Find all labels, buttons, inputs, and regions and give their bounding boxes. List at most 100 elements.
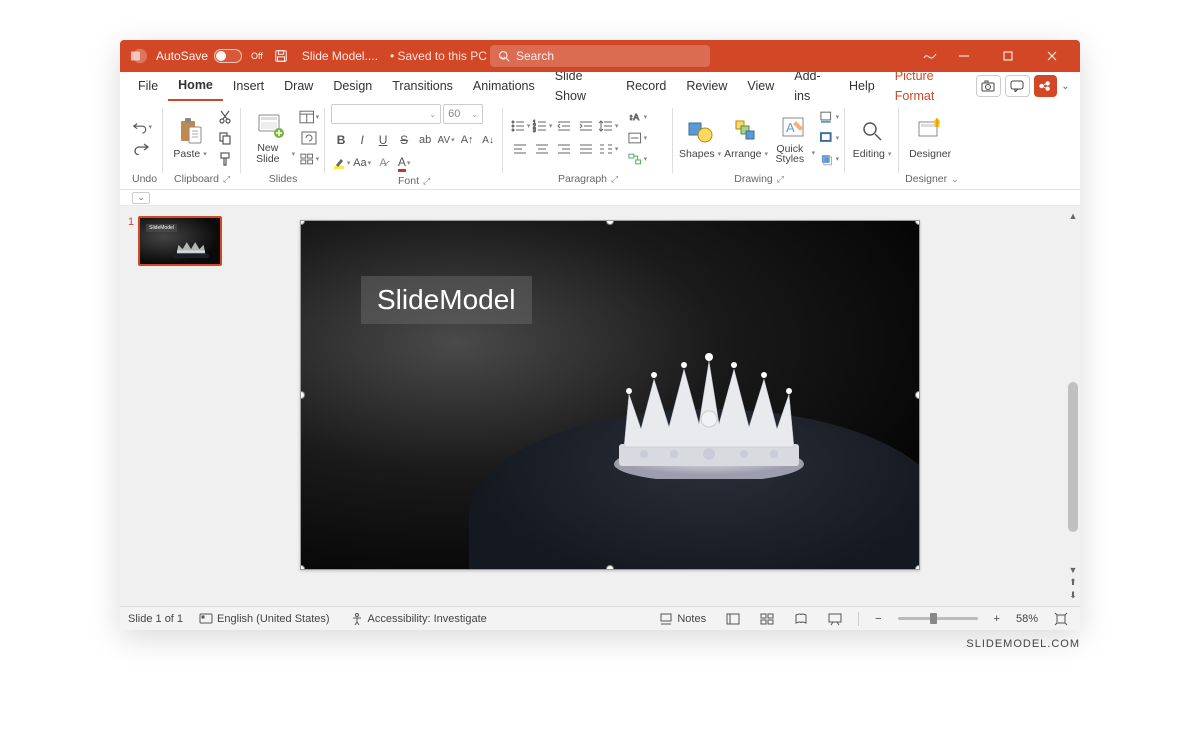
resize-handle-n[interactable] (606, 220, 614, 225)
maximize-button[interactable] (988, 40, 1028, 72)
copy-button[interactable] (215, 129, 235, 147)
tab-review[interactable]: Review (676, 72, 737, 100)
ribbon-collapse-icon[interactable]: ⌄ (951, 174, 959, 185)
section-button[interactable]: ▾ (299, 150, 319, 168)
align-right-button[interactable] (553, 139, 575, 159)
font-family-select[interactable]: ⌄ (331, 104, 441, 124)
increase-indent-button[interactable] (575, 116, 597, 136)
new-slide-button[interactable]: New Slide▾ (247, 111, 295, 165)
paste-button[interactable]: Paste▾ (169, 116, 211, 160)
bullets-button[interactable]: ▾ (509, 116, 531, 136)
align-left-button[interactable] (509, 139, 531, 159)
tab-design[interactable]: Design (323, 72, 382, 100)
search-box[interactable]: Search (490, 45, 710, 67)
clear-format-button[interactable]: A̷ (373, 153, 393, 173)
increase-font-button[interactable]: A↑ (457, 130, 477, 150)
highlight-button[interactable]: ▾ (331, 153, 351, 173)
decrease-font-button[interactable]: A↓ (478, 130, 498, 150)
save-icon[interactable] (274, 49, 288, 63)
resize-handle-s[interactable] (606, 565, 614, 570)
tab-insert[interactable]: Insert (223, 72, 274, 100)
clipboard-launcher-icon[interactable]: ⤢ (223, 174, 230, 185)
language-button[interactable]: English (United States) (195, 610, 334, 628)
resize-handle-w[interactable] (300, 391, 305, 399)
font-color-button[interactable]: A▾ (394, 153, 414, 173)
zoom-slider-handle[interactable] (930, 613, 937, 624)
slide-thumbnail-1[interactable]: SlideModel (138, 216, 222, 266)
resize-handle-se[interactable] (915, 565, 920, 570)
cut-button[interactable] (215, 108, 235, 126)
tab-transitions[interactable]: Transitions (382, 72, 463, 100)
redo-button[interactable] (132, 139, 152, 157)
resize-handle-sw[interactable] (300, 565, 305, 570)
draw-mode-icon[interactable] (922, 48, 940, 65)
tab-animations[interactable]: Animations (463, 72, 545, 100)
slide-picture[interactable]: SlideModel (300, 220, 920, 570)
vertical-scrollbar[interactable]: ▲ ▼ ⬆ ⬇ (1066, 206, 1080, 606)
notes-button[interactable]: Notes (655, 610, 710, 628)
smartart-button[interactable]: ▾ (627, 150, 647, 168)
layout-button[interactable]: ▾ (299, 108, 319, 126)
fit-slide-button[interactable] (1050, 610, 1072, 628)
shape-effects-button[interactable]: ▾ (819, 150, 839, 168)
prev-slide-icon[interactable]: ⬆ (1068, 576, 1078, 589)
document-name[interactable]: Slide Model.... (302, 49, 378, 63)
shadow-button[interactable]: ab (415, 130, 435, 150)
share-dropdown-icon[interactable]: ⌄ (1059, 81, 1072, 92)
arrange-button[interactable]: Arrange▾ (725, 116, 767, 160)
font-size-select[interactable]: 60⌄ (443, 104, 483, 124)
scroll-up-icon[interactable]: ▲ (1068, 210, 1079, 222)
scroll-thumb[interactable] (1068, 382, 1078, 532)
designer-button[interactable]: Designer (905, 116, 955, 160)
paragraph-launcher-icon[interactable]: ⤢ (611, 174, 618, 185)
columns-button[interactable]: ▾ (597, 139, 619, 159)
underline-button[interactable]: U (373, 130, 393, 150)
save-status[interactable]: • Saved to this PC (390, 49, 487, 63)
editing-button[interactable]: Editing▾ (851, 116, 893, 160)
qat-dropdown-icon[interactable]: ⌄ (132, 192, 150, 204)
scroll-down-icon[interactable]: ▼ (1068, 564, 1079, 576)
close-button[interactable] (1032, 40, 1072, 72)
slideshow-view-button[interactable] (824, 610, 846, 628)
resize-handle-nw[interactable] (300, 220, 305, 225)
tab-view[interactable]: View (737, 72, 784, 100)
normal-view-button[interactable] (722, 610, 744, 628)
quick-styles-button[interactable]: A Quick Styles▾ (771, 112, 815, 164)
zoom-in-button[interactable]: + (990, 611, 1004, 627)
strike-button[interactable]: S (394, 130, 414, 150)
zoom-out-button[interactable]: − (871, 611, 885, 627)
italic-button[interactable]: I (352, 130, 372, 150)
undo-button[interactable]: ▾ (132, 118, 152, 136)
tab-file[interactable]: File (128, 72, 168, 100)
shapes-button[interactable]: Shapes▾ (679, 116, 721, 160)
camera-button[interactable] (976, 75, 1001, 97)
next-slide-icon[interactable]: ⬇ (1068, 589, 1078, 602)
format-painter-button[interactable] (215, 150, 235, 168)
autosave-toggle[interactable]: AutoSave Off (156, 49, 266, 63)
comments-button[interactable] (1005, 75, 1030, 97)
tab-draw[interactable]: Draw (274, 72, 323, 100)
align-text-button[interactable]: ▾ (627, 129, 647, 147)
numbering-button[interactable]: 123▾ (531, 116, 553, 136)
accessibility-button[interactable]: Accessibility: Investigate (346, 610, 491, 628)
decrease-indent-button[interactable] (553, 116, 575, 136)
zoom-slider[interactable] (898, 617, 978, 620)
justify-button[interactable] (575, 139, 597, 159)
slide-canvas[interactable]: SlideModel (230, 206, 1066, 606)
shape-fill-button[interactable]: ▾ (819, 108, 839, 126)
minimize-button[interactable] (944, 40, 984, 72)
char-spacing-button[interactable]: AV▾ (436, 130, 456, 150)
tab-record[interactable]: Record (616, 72, 676, 100)
slide-position[interactable]: Slide 1 of 1 (128, 613, 183, 625)
sorter-view-button[interactable] (756, 610, 778, 628)
zoom-percentage[interactable]: 58% (1016, 613, 1038, 625)
resize-handle-ne[interactable] (915, 220, 920, 225)
line-spacing-button[interactable]: ▾ (597, 116, 619, 136)
reading-view-button[interactable] (790, 610, 812, 628)
tab-help[interactable]: Help (839, 72, 885, 100)
bold-button[interactable]: B (331, 130, 351, 150)
drawing-launcher-icon[interactable]: ⤢ (777, 174, 784, 185)
tab-home[interactable]: Home (168, 71, 223, 101)
font-launcher-icon[interactable]: ⤢ (423, 176, 430, 187)
share-button[interactable] (1034, 75, 1057, 97)
